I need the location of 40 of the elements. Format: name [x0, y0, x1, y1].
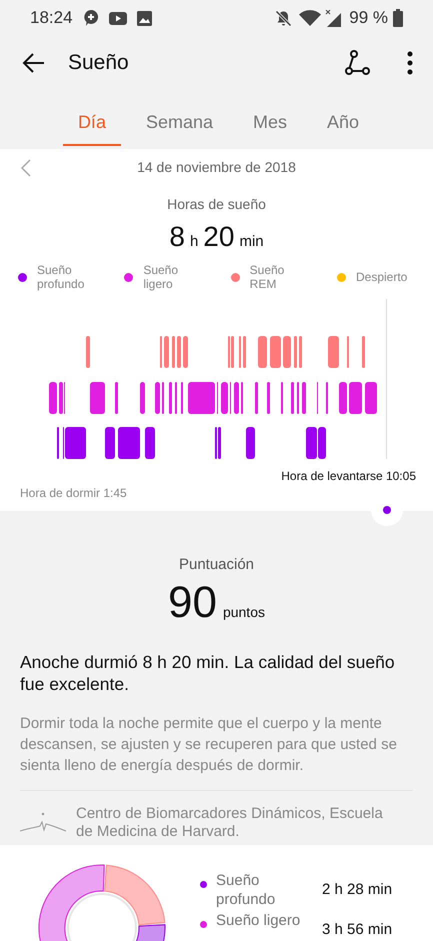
tab[interactable]: Semana: [130, 109, 228, 146]
route-icon[interactable]: [345, 50, 371, 76]
date-label: 14 de noviembre de 2018: [137, 159, 296, 175]
heartbeat-logo-icon: [20, 812, 66, 834]
hours-unit: h: [190, 234, 198, 249]
score-unit: puntos: [222, 605, 265, 619]
chat-icon: [82, 9, 99, 27]
page-title: Sueño: [68, 50, 129, 76]
muted-bell-icon: [275, 10, 292, 26]
image-icon: [136, 10, 152, 26]
breakdown-label: Sueño ligero: [216, 911, 302, 930]
hours-value: 8: [169, 223, 185, 251]
status-time: 18:24: [30, 7, 73, 30]
wifi-icon: [299, 10, 322, 26]
more-options-icon[interactable]: [407, 51, 413, 75]
wake-time-label: Hora de levantarse 10:05: [281, 469, 416, 483]
score-value: 90: [168, 581, 217, 625]
signal-icon: [325, 10, 342, 26]
battery-level: 99 %: [349, 7, 388, 30]
tab[interactable]: Año: [312, 109, 374, 146]
minutes-unit: min: [239, 234, 264, 249]
tab[interactable]: Mes: [238, 109, 302, 146]
breakdown-value: 2 h 28 min: [322, 880, 392, 899]
battery-icon: [393, 9, 403, 27]
legend-label: Sueño profundo: [37, 263, 86, 291]
summary-text: Dormir toda la noche permite que el cuerpo y la mente descansen, se ajusten y se recuperen para que usted se sienta lleno de energía después de dormir.: [20, 714, 398, 776]
video-icon: [108, 12, 127, 24]
tab[interactable]: Día: [62, 109, 121, 146]
source-text: Centro de Biomarcadores Dinámicos, Escuela de Medicina de Harvard.: [76, 805, 384, 841]
breakdown-value: 3 h 56 min: [322, 920, 392, 939]
duration-label: Horas de sueño: [167, 196, 266, 212]
back-icon[interactable]: [22, 51, 46, 75]
legend-label: Sueño REM: [250, 263, 286, 291]
minutes-value: 20: [203, 223, 234, 251]
legend-label: Sueño ligero: [143, 263, 180, 291]
bed-time-label: Hora de dormir 1:45: [20, 486, 127, 500]
summary-heading: Anoche durmió 8 h 20 min. La calidad del sueño fue excelente.: [20, 651, 396, 695]
score-label: Puntuación: [178, 556, 254, 573]
breakdown-label: Sueño profundo: [216, 871, 276, 909]
legend-label: Despierto: [356, 270, 408, 284]
